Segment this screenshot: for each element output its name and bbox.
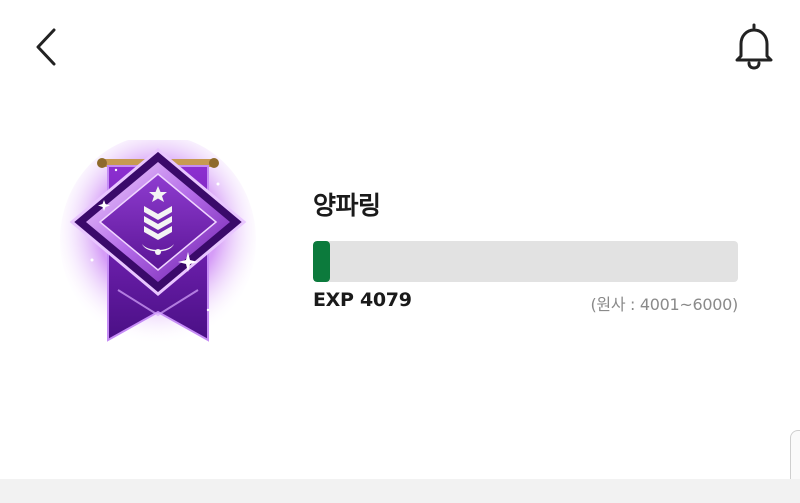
section-divider	[0, 479, 800, 503]
top-bar	[0, 0, 800, 100]
exp-value: EXP 4079	[313, 289, 412, 311]
rank-badge	[58, 135, 258, 360]
exp-progress-fill	[313, 241, 330, 282]
bell-icon	[735, 23, 773, 70]
back-button[interactable]	[28, 24, 68, 70]
exp-progress-bar	[313, 241, 738, 282]
chevron-left-icon	[36, 28, 56, 66]
rank-badge-icon	[60, 135, 256, 345]
rank-range: (원사 : 4001~6000)	[590, 295, 738, 314]
notification-button[interactable]	[728, 20, 780, 72]
rank-name: 양파링	[313, 191, 381, 220]
